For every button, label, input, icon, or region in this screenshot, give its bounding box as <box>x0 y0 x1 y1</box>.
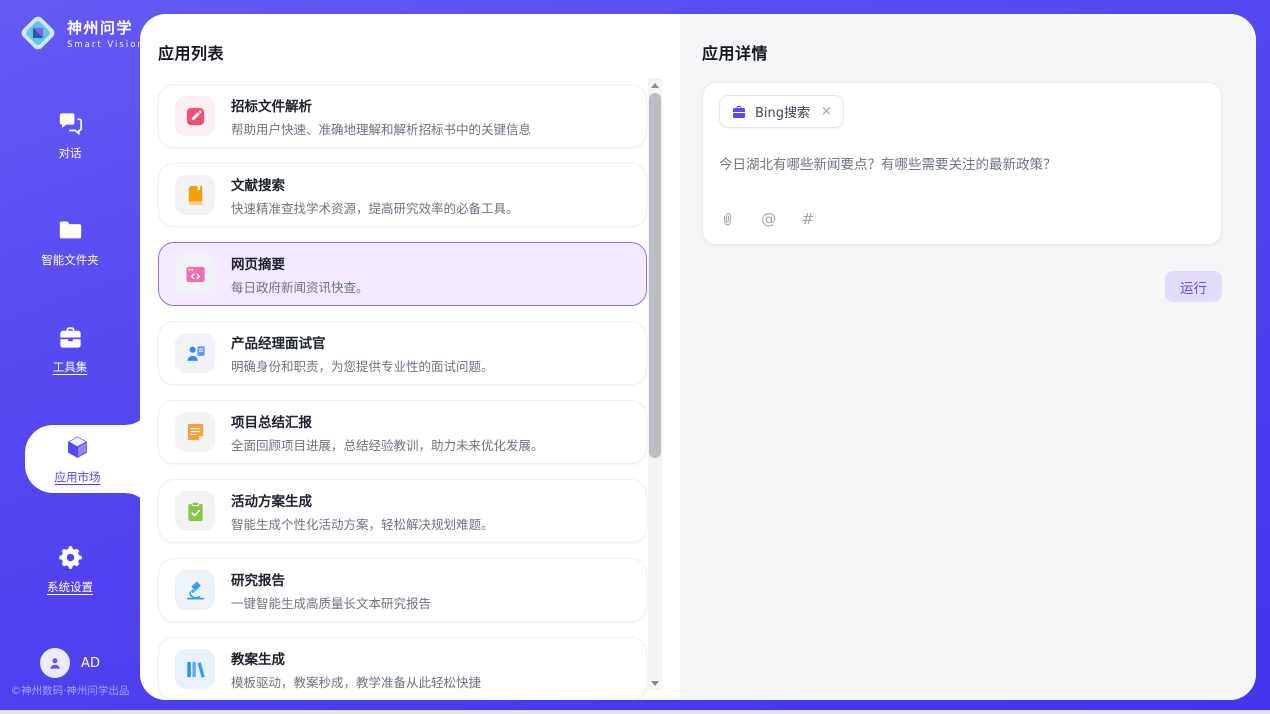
run-button[interactable]: 运行 <box>1165 271 1222 302</box>
copyright-footer: ©神州数码·神州问学出品 <box>0 683 140 698</box>
app-card-bid-parse[interactable]: 招标文件解析 帮助用户快速、准确地理解和解析招标书中的关键信息 <box>158 84 647 148</box>
app-card-desc: 模板驱动，教案秒成，教学准备从此轻松快捷 <box>231 672 481 691</box>
sidebar-item-chat[interactable]: 对话 <box>0 104 140 166</box>
app-card-desc: 每日政府新闻资讯快查。 <box>231 277 369 296</box>
app-card-title: 产品经理面试官 <box>231 332 494 352</box>
app-detail-title: 应用详情 <box>702 40 768 64</box>
scrollbar-thumb[interactable] <box>649 93 661 458</box>
attachment-icon[interactable] <box>719 211 736 228</box>
app-card-literature-search[interactable]: 文献搜索 快速精准查找学术资源，提高研究效率的必备工具。 <box>158 163 647 227</box>
gear-icon <box>57 544 84 571</box>
prompt-input[interactable]: 今日湖北有哪些新闻要点？有哪些需要关注的最新政策？ <box>719 153 1205 211</box>
app-card-title: 文献搜索 <box>231 174 519 194</box>
prompt-card[interactable]: Bing搜索 × 今日湖北有哪些新闻要点？有哪些需要关注的最新政策？ @ # <box>702 82 1222 245</box>
tool-chip-label: Bing搜索 <box>755 102 810 121</box>
user-name: AD <box>81 656 100 671</box>
sidebar-item-toolset[interactable]: 工具集 <box>0 318 140 380</box>
scroll-up-button[interactable] <box>648 78 662 92</box>
sidebar-item-label: 对话 <box>59 145 82 161</box>
app-card-title: 网页摘要 <box>231 253 369 273</box>
chat-icon <box>57 110 84 137</box>
app-card-title: 研究报告 <box>231 569 431 589</box>
app-detail-panel: 应用详情 Bing搜索 × 今日湖北有哪些新闻要点？有哪些需要关注的最新政策？ … <box>680 14 1256 700</box>
brand-subtitle: Smart Vision <box>67 40 145 50</box>
close-icon[interactable]: × <box>821 104 832 119</box>
toolbox-icon <box>57 324 84 351</box>
folder-icon <box>57 217 84 244</box>
hash-icon[interactable]: # <box>802 212 815 228</box>
sidebar: 神州问学 Smart Vision 对话 智能文件夹 工具集 应用市场 系统设置… <box>0 0 140 710</box>
sidebar-item-label: 智能文件夹 <box>41 252 99 268</box>
sidebar-nav: 对话 智能文件夹 工具集 应用市场 系统设置 <box>0 104 140 600</box>
app-card-web-digest[interactable]: 网页摘要 每日政府新闻资讯快查。 <box>158 242 647 306</box>
app-card-desc: 智能生成个性化活动方案，轻松解决规划难题。 <box>231 514 494 533</box>
app-card-desc: 帮助用户快速、准确地理解和解析招标书中的关键信息 <box>231 119 531 138</box>
app-card-desc: 全面回顾项目进展，总结经验教训，助力未来优化发展。 <box>231 435 544 454</box>
user-profile[interactable]: AD <box>0 648 140 678</box>
sidebar-item-settings[interactable]: 系统设置 <box>0 538 140 600</box>
composer-toolbar: @ # <box>719 211 1205 228</box>
app-card-event-plan[interactable]: 活动方案生成 智能生成个性化活动方案，轻松解决规划难题。 <box>158 479 647 543</box>
app-card-project-summary[interactable]: 项目总结汇报 全面回顾项目进展，总结经验教训，助力未来优化发展。 <box>158 400 647 464</box>
sidebar-item-label: 系统设置 <box>47 579 93 595</box>
note-icon <box>175 412 215 452</box>
app-card-desc: 明确身份和职责，为您提供专业性的面试问题。 <box>231 356 494 375</box>
app-card-title: 招标文件解析 <box>231 95 531 115</box>
brand-diamond-icon <box>16 11 60 55</box>
app-card-desc: 快速精准查找学术资源，提高研究效率的必备工具。 <box>231 198 519 217</box>
app-card-lesson-plan[interactable]: 教案生成 模板驱动，教案秒成，教学准备从此轻松快捷 <box>158 637 647 700</box>
app-card-desc: 一键智能生成高质量长文本研究报告 <box>231 593 431 612</box>
books-icon <box>175 649 215 689</box>
main-content: 应用列表 招标文件解析 帮助用户快速、准确地理解和解析招标书中的关键信息 文献搜… <box>140 14 1256 700</box>
microscope-icon <box>175 570 215 610</box>
sidebar-item-smart-folder[interactable]: 智能文件夹 <box>0 211 140 273</box>
book-icon <box>175 175 215 215</box>
interviewer-icon <box>175 333 215 373</box>
app-card-title: 项目总结汇报 <box>231 411 544 431</box>
briefcase-icon <box>731 104 747 120</box>
brand-logo: 神州问学 Smart Vision <box>16 11 145 55</box>
sidebar-item-label: 工具集 <box>53 359 88 375</box>
app-card-research-report[interactable]: 研究报告 一键智能生成高质量长文本研究报告 <box>158 558 647 622</box>
sidebar-item-label: 应用市场 <box>55 469 101 485</box>
app-list-title: 应用列表 <box>158 40 224 64</box>
person-icon <box>40 648 70 678</box>
app-card-title: 活动方案生成 <box>231 490 494 510</box>
sidebar-item-app-market[interactable]: 应用市场 <box>25 425 140 493</box>
tool-chip-bing-search[interactable]: Bing搜索 × <box>719 95 844 128</box>
triangle-down-icon <box>651 681 659 686</box>
app-list-panel: 应用列表 招标文件解析 帮助用户快速、准确地理解和解析招标书中的关键信息 文献搜… <box>140 14 680 700</box>
list-scrollbar[interactable] <box>648 78 662 690</box>
scroll-down-button[interactable] <box>648 676 662 690</box>
cube-icon <box>64 434 91 461</box>
pen-square-icon <box>175 96 215 136</box>
brand-name: 神州问学 <box>67 17 145 38</box>
app-card-pm-interviewer[interactable]: 产品经理面试官 明确身份和职责，为您提供专业性的面试问题。 <box>158 321 647 385</box>
app-cards: 招标文件解析 帮助用户快速、准确地理解和解析招标书中的关键信息 文献搜索 快速精… <box>158 84 647 700</box>
browser-code-icon <box>175 254 215 294</box>
clipboard-check-icon <box>175 491 215 531</box>
mention-icon[interactable]: @ <box>761 212 777 228</box>
triangle-up-icon <box>651 83 659 88</box>
app-card-title: 教案生成 <box>231 648 481 668</box>
